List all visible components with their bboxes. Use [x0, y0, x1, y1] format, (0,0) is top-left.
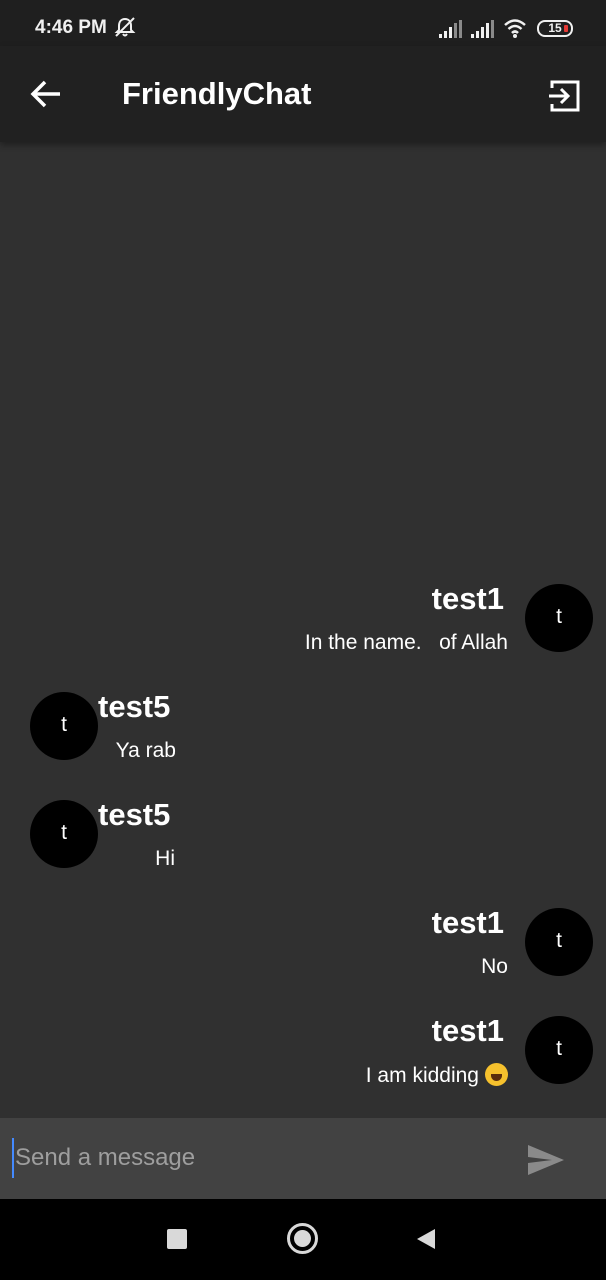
exit-icon: [549, 80, 580, 112]
message-text-container: I am kidding: [366, 1063, 508, 1088]
battery-icon: 15: [537, 20, 573, 37]
message-sender: test5: [98, 797, 171, 832]
message-item: test1 In the name. of Allah t: [0, 581, 606, 692]
avatar: t: [525, 908, 593, 976]
message-sender: test1: [431, 581, 504, 616]
avatar: t: [525, 1016, 593, 1084]
message-sender: test1: [431, 905, 504, 940]
signal-icon: [438, 20, 462, 43]
laughing-emoji-icon: [485, 1063, 508, 1086]
signal-icon: [470, 20, 494, 43]
avatar: t: [30, 692, 98, 760]
message-item: test1 I am kidding t: [0, 1013, 606, 1124]
avatar: t: [525, 584, 593, 652]
battery-low-indicator: [564, 25, 568, 32]
message-list[interactable]: test1 In the name. of Allah t t test5 Ya…: [0, 142, 606, 1118]
avatar: t: [30, 800, 98, 868]
system-nav-bar: [0, 1199, 606, 1280]
send-button[interactable]: [526, 1142, 566, 1178]
message-text: No: [481, 955, 508, 978]
home-circle-icon[interactable]: [287, 1223, 318, 1254]
back-button[interactable]: [26, 76, 66, 112]
status-time: 4:46 PM: [35, 17, 107, 38]
status-bar: 4:46 PM 15: [0, 0, 606, 46]
message-text: Ya rab: [115, 739, 176, 762]
message-item: t test5 Ya rab: [0, 689, 606, 800]
message-text: Hi: [155, 847, 175, 870]
message-text: In the name. of Allah: [304, 631, 508, 654]
back-triangle-icon[interactable]: [416, 1228, 436, 1255]
message-item: test1 No t: [0, 905, 606, 1016]
recents-square-icon[interactable]: [167, 1229, 187, 1249]
home-circle-inner: [294, 1230, 311, 1247]
app-bar: FriendlyChat: [0, 46, 606, 142]
app-title: FriendlyChat: [122, 76, 312, 111]
logout-button[interactable]: [544, 76, 584, 116]
arrow-left-icon: [30, 80, 60, 108]
message-text: I am kidding: [365, 1064, 479, 1087]
message-composer: [0, 1118, 606, 1199]
message-input[interactable]: [12, 1138, 492, 1178]
message-item: t test5 Hi: [0, 797, 606, 908]
bell-off-icon: [114, 16, 136, 43]
send-icon: [528, 1145, 564, 1175]
message-sender: test1: [431, 1013, 504, 1048]
message-sender: test5: [98, 689, 171, 724]
wifi-icon: [503, 17, 527, 44]
